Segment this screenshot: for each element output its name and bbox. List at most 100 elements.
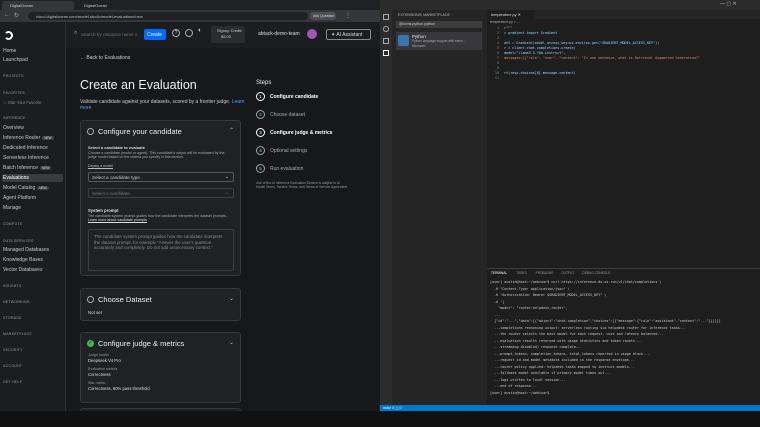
reload-icon[interactable]: ↻ <box>14 12 19 19</box>
candidate-select[interactable]: Select a candidate ⌄ <box>88 188 234 198</box>
code-line: > gradient import Gradient <box>500 31 558 35</box>
line-number: 7 <box>496 56 499 60</box>
new-badge: NEW <box>42 136 54 140</box>
candidate-prompts-link[interactable]: Learn more about candidate prompts <box>88 218 147 222</box>
sidebar-item-launchpad[interactable]: Launchpad <box>3 57 28 63</box>
avatar[interactable] <box>307 29 317 39</box>
sidebar-item-serverless-inference[interactable]: Serverless Inference <box>3 155 49 161</box>
sidebar-item-model-catalog[interactable]: Model Catalog NEW <box>3 185 49 191</box>
sidebar-item-agent-platform[interactable]: Agent Platform <box>3 195 36 201</box>
address-bar-row: ← ↻ cloud.digitalocean.com/model-studio/… <box>0 10 380 22</box>
create-button[interactable]: Create <box>144 29 166 40</box>
extensions-icon[interactable] <box>383 50 389 56</box>
step-label[interactable]: Choose dataset <box>270 112 305 118</box>
digitalocean-logo-icon[interactable] <box>4 31 13 40</box>
notifications-icon[interactable] <box>185 29 193 37</box>
judge-model-value: Deepseek V4 Pro <box>88 358 121 363</box>
sidebar-item-manage[interactable]: Manage <box>3 205 21 211</box>
star-metric-label: Star metric <box>88 381 106 385</box>
chevron-down-icon[interactable]: ⌄ <box>229 339 234 346</box>
panel-tab[interactable]: TERMINAL <box>491 271 507 275</box>
terminal-line: ...prompt_tokens, completion_tokens, tot… <box>490 351 650 356</box>
editor-tab[interactable]: temperature.py ✕ <box>487 10 535 19</box>
sidebar-item-overview[interactable]: Overview <box>3 125 24 131</box>
extension-search-input[interactable]: @id:ms-python.python <box>396 21 482 28</box>
nav-section-favorites[interactable]: FAVORITES <box>3 91 25 95</box>
credit-label: Signup Credit: <box>217 28 243 33</box>
system-prompt-textarea[interactable]: The candidate system prompt guides how t… <box>88 229 234 271</box>
nav-section-networking[interactable]: NETWORKING <box>3 300 30 304</box>
terminal-line: -d '{ <box>490 299 505 304</box>
sidebar-item-label: Manage <box>3 205 22 211</box>
terminal-output[interactable]: [user] austin@host:~/webinar$ curl https… <box>490 280 756 404</box>
line-number: 10 <box>494 71 499 75</box>
back-arrow-icon[interactable]: ← <box>4 12 10 18</box>
chevron-down-icon[interactable]: ⌄ <box>229 295 234 302</box>
panel-tab[interactable]: OUTPUT <box>561 271 574 275</box>
ask-question-button[interactable]: Ask Question <box>310 12 336 20</box>
line-number: 8 <box>496 61 499 65</box>
step-label[interactable]: Configure candidate <box>270 94 318 100</box>
sidebar-item-inference-router[interactable]: Inference Router NEW <box>3 135 54 141</box>
window-controls-icon[interactable]: — ▢ ✕ <box>720 1 737 7</box>
create-label: Create <box>147 32 163 38</box>
signup-credit-badge[interactable]: Signup Credit: $5.00 <box>211 26 245 43</box>
nav-section-compute[interactable]: COMPUTE <box>3 222 22 226</box>
sidebar-item-knowledge-bases[interactable]: Knowledge Bases <box>3 257 43 263</box>
sidebar-item-label: Agent Platform <box>3 195 37 201</box>
sidebar-item-dedicated-inference[interactable]: Dedicated Inference <box>3 145 48 151</box>
url-field[interactable]: cloud.digitalocean.com/model-studio/mode… <box>28 12 308 20</box>
favorite-label: Star Your Favorite <box>7 100 42 105</box>
tab-label: DigitalOcean <box>10 3 33 8</box>
sidebar-item-vector-databases[interactable]: Vector Databases <box>3 267 42 273</box>
panel-tab[interactable]: PROBLEMS <box>536 271 554 275</box>
browser-tab[interactable]: DigitalOcean <box>76 1 148 10</box>
sidebar-item-home[interactable]: Home <box>3 48 16 54</box>
sidebar-item-batch-inference[interactable]: Batch Inference NEW <box>3 165 52 171</box>
activity-bar <box>380 10 392 405</box>
line-number: 4 <box>496 41 499 45</box>
nav-section-storage[interactable]: STORAGE <box>3 316 22 320</box>
extension-item-python[interactable]: Python Python language support with exte… <box>396 32 482 50</box>
deploy-model-link[interactable]: Deploy a model <box>88 164 113 168</box>
nav-section-security[interactable]: SECURITY <box>3 348 23 352</box>
step-number: 1 <box>256 92 265 101</box>
step-status-circle-icon <box>87 296 94 303</box>
explorer-icon[interactable] <box>383 14 389 20</box>
ai-assistant-button[interactable]: ✦ AI Assistant <box>326 29 371 40</box>
sidebar-item-managed-databases[interactable]: Managed Databases <box>3 247 49 253</box>
nav-section-data-services[interactable]: DATA SERVICES <box>3 239 34 243</box>
step-label[interactable]: Configure judge & metrics <box>270 130 333 136</box>
nav-section-insights[interactable]: INSIGHTS <box>3 284 22 288</box>
chevron-up-icon[interactable]: ⌃ <box>229 127 234 134</box>
browser-tab[interactable]: DigitalOcean <box>2 1 74 10</box>
os-taskbar <box>0 411 760 427</box>
theme-toggle-icon[interactable]: ◐ <box>198 27 202 34</box>
panel-tab[interactable]: TASKS <box>517 271 527 275</box>
nav-section-account[interactable]: ACCOUNT <box>3 364 22 368</box>
sidebar-item-star-favorite[interactable]: ☆ Star Your Favorite <box>3 100 41 105</box>
panel-tab[interactable]: DEBUG CONSOLE <box>582 271 610 275</box>
nav-section-projects[interactable]: PROJECTS <box>3 74 24 78</box>
candidate-type-select[interactable]: Select a candidate type ⌄ <box>88 172 234 182</box>
step-number: 5 <box>256 164 265 173</box>
nav-section-marketplace[interactable]: MARKETPLACE <box>3 332 32 336</box>
python-icon <box>398 35 409 46</box>
nav-section-inference[interactable]: INFERENCE <box>3 116 26 120</box>
step-label[interactable]: Optional settings <box>270 148 307 154</box>
step-label[interactable]: Run evaluation <box>270 166 303 172</box>
nav-section-help[interactable]: GET HELP <box>3 380 22 384</box>
source-control-icon[interactable] <box>383 38 389 44</box>
search-icon[interactable] <box>383 26 389 32</box>
tab-label: DigitalOcean <box>84 3 107 8</box>
search-input[interactable] <box>81 29 137 39</box>
terminal-panel: TERMINAL TASKS PROBLEMS OUTPUT DEBUG CONSOLE… <box>487 268 760 405</box>
editor-window: — ▢ ✕ EXTENSIONS: MARKETPLACE @id:ms-pyt… <box>380 0 760 411</box>
help-icon[interactable]: ? <box>172 29 180 37</box>
back-to-evaluations-link[interactable]: ← Back to Evaluations <box>80 55 130 61</box>
code-editor[interactable]: r""" > gradient import Gradient ent = Gr… <box>500 26 758 86</box>
team-name[interactable]: abtack-demo-team <box>258 31 300 37</box>
sidebar-item-evaluations[interactable]: Evaluations <box>3 175 29 181</box>
menu-icon[interactable]: ⋮ <box>345 12 351 19</box>
terminal-line: "model": "router:helpdesk-router", <box>490 306 568 310</box>
